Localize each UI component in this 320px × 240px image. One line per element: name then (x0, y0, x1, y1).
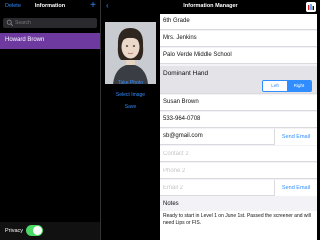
select-image-button[interactable]: Select Image (101, 92, 160, 98)
photo-column: Take Photo Select Image Save (101, 14, 160, 240)
contacts-navbar: Delete Information + (0, 0, 100, 14)
notes-textarea[interactable]: Ready to start in Level 1 on June 1st. P… (160, 211, 317, 240)
privacy-toggle[interactable] (26, 225, 43, 236)
email2-input[interactable] (163, 182, 271, 194)
phone2-input[interactable] (163, 165, 271, 177)
phone2-field[interactable] (160, 163, 317, 179)
privacy-label: Privacy (5, 228, 24, 234)
privacy-bar: Privacy (0, 222, 100, 240)
teacher-value: Mrs. Jenkins (163, 35, 197, 41)
student-form: 6th Grade Mrs. Jenkins Palo Verde Middle… (160, 14, 317, 240)
contact-name: Howard Brown (5, 37, 45, 43)
contact-list-item-selected[interactable]: Howard Brown (0, 33, 100, 49)
contact2-field[interactable] (160, 146, 317, 162)
phone-field[interactable]: 533-964-0708 (160, 112, 317, 128)
search-bar[interactable] (3, 18, 97, 28)
add-contact-button[interactable]: + (90, 0, 96, 12)
student-photo (105, 22, 156, 84)
save-button[interactable]: Save (101, 104, 160, 110)
email-value: sb@gmail.com (163, 133, 203, 139)
notes-header: Notes (160, 197, 317, 211)
hand-right-option[interactable]: Right (287, 81, 311, 91)
take-photo-button[interactable]: Take Photo (101, 80, 160, 86)
dominant-hand-section: Dominant Hand Left Right (160, 66, 317, 94)
parent-name-value: Susan Brown (163, 99, 199, 105)
contacts-panel: Delete Information + Howard Brown Privac… (0, 0, 100, 240)
search-input[interactable] (15, 18, 95, 28)
contacts-title: Information (34, 3, 66, 9)
toggle-knob (33, 226, 42, 235)
grade-field[interactable]: 6th Grade (160, 14, 317, 30)
search-icon (6, 19, 14, 27)
email2-field[interactable]: Send Email (160, 180, 317, 196)
app-logo-icon[interactable] (306, 2, 316, 12)
phone-value: 533-964-0708 (163, 116, 201, 122)
school-field[interactable]: Palo Verde Middle School (160, 48, 317, 64)
email-field[interactable]: sb@gmail.com Send Email (160, 129, 317, 145)
grade-value: 6th Grade (163, 18, 190, 24)
dominant-hand-segmented-control[interactable]: Left Right (262, 80, 312, 92)
school-value: Palo Verde Middle School (163, 52, 232, 58)
send-email2-button[interactable]: Send Email (274, 180, 317, 196)
notes-label: Notes (163, 201, 179, 207)
detail-navbar: ‹ Information Manager (101, 0, 320, 14)
notes-text: Ready to start in Level 1 on June 1st. P… (163, 213, 311, 226)
dominant-hand-label: Dominant Hand (163, 70, 209, 77)
contact2-input[interactable] (163, 148, 271, 160)
teacher-field[interactable]: Mrs. Jenkins (160, 31, 317, 47)
send-email-button[interactable]: Send Email (274, 129, 317, 145)
hand-left-option[interactable]: Left (263, 81, 287, 91)
parent-name-field[interactable]: Susan Brown (160, 95, 317, 111)
detail-title: Information Manager (183, 3, 238, 9)
